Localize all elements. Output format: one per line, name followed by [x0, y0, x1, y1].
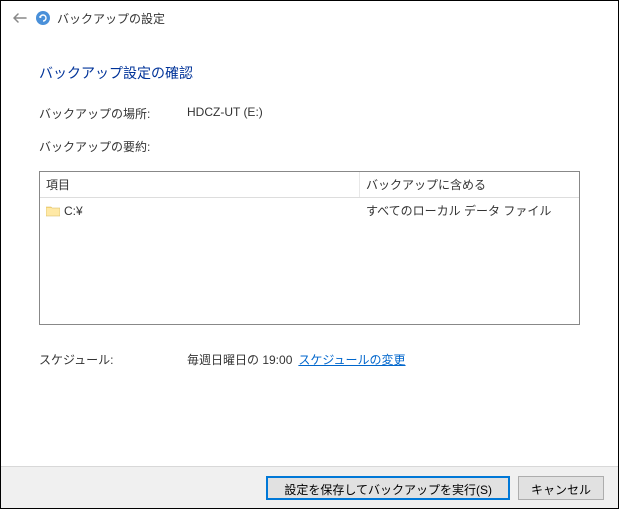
summary-item-cell: C:¥ — [40, 198, 360, 223]
footer-bar: 設定を保存してバックアップを実行(S) キャンセル — [1, 466, 618, 508]
backup-summary-label: バックアップの要約: — [39, 138, 187, 155]
backup-location-label: バックアップの場所: — [39, 105, 187, 122]
backup-location-value: HDCZ-UT (E:) — [187, 105, 580, 122]
title-bar: バックアップの設定 — [1, 1, 618, 35]
page-heading: バックアップ設定の確認 — [39, 63, 580, 83]
backup-app-icon — [35, 10, 51, 26]
table-row[interactable]: C:¥ すべてのローカル データ ファイル — [40, 198, 579, 223]
content-area: バックアップ設定の確認 バックアップの場所: HDCZ-UT (E:) バックア… — [1, 35, 618, 466]
cancel-button[interactable]: キャンセル — [518, 476, 604, 500]
folder-icon — [46, 205, 60, 217]
save-and-run-button[interactable]: 設定を保存してバックアップを実行(S) — [266, 476, 510, 500]
backup-summary-label-row: バックアップの要約: — [39, 138, 580, 155]
summary-item-text: C:¥ — [64, 204, 83, 218]
schedule-value: 毎週日曜日の 19:00 — [187, 351, 292, 368]
summary-table-body: C:¥ すべてのローカル データ ファイル — [40, 198, 579, 324]
window-title: バックアップの設定 — [57, 10, 165, 27]
summary-table-header: 項目 バックアップに含める — [40, 172, 579, 198]
backup-location-row: バックアップの場所: HDCZ-UT (E:) — [39, 105, 580, 122]
change-schedule-link[interactable]: スケジュールの変更 — [298, 351, 405, 368]
schedule-row: スケジュール: 毎週日曜日の 19:00 スケジュールの変更 — [39, 351, 580, 368]
summary-table: 項目 バックアップに含める C:¥ すべてのローカル データ ファイル — [39, 171, 580, 325]
summary-include-cell: すべてのローカル データ ファイル — [360, 198, 579, 223]
summary-col-include[interactable]: バックアップに含める — [360, 172, 579, 197]
schedule-label: スケジュール: — [39, 351, 187, 368]
summary-col-item[interactable]: 項目 — [40, 172, 360, 197]
back-arrow-icon[interactable] — [11, 9, 29, 27]
